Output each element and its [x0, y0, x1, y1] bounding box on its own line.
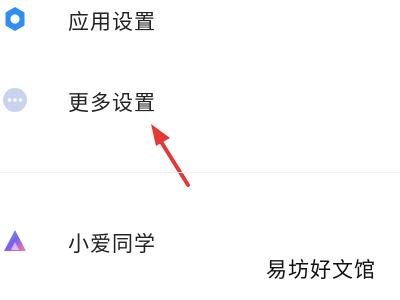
- red-arrow-annotation: [151, 124, 190, 187]
- watermark: 易坊好文馆: [266, 258, 376, 282]
- divider: [0, 172, 400, 173]
- settings-item-label: 小爱同学: [68, 232, 156, 256]
- settings-item-app-settings[interactable]: 应用设置: [0, 0, 400, 46]
- settings-item-more-settings[interactable]: 更多设置: [0, 76, 400, 126]
- settings-item-label: 应用设置: [68, 10, 156, 34]
- settings-item-label: 更多设置: [68, 91, 156, 115]
- more-dots-icon: [2, 87, 28, 113]
- gear-icon: [2, 6, 28, 32]
- settings-screen: 应用设置 更多设置 小爱同学 易坊好文馆: [0, 0, 400, 300]
- xiaoai-icon: [2, 228, 28, 254]
